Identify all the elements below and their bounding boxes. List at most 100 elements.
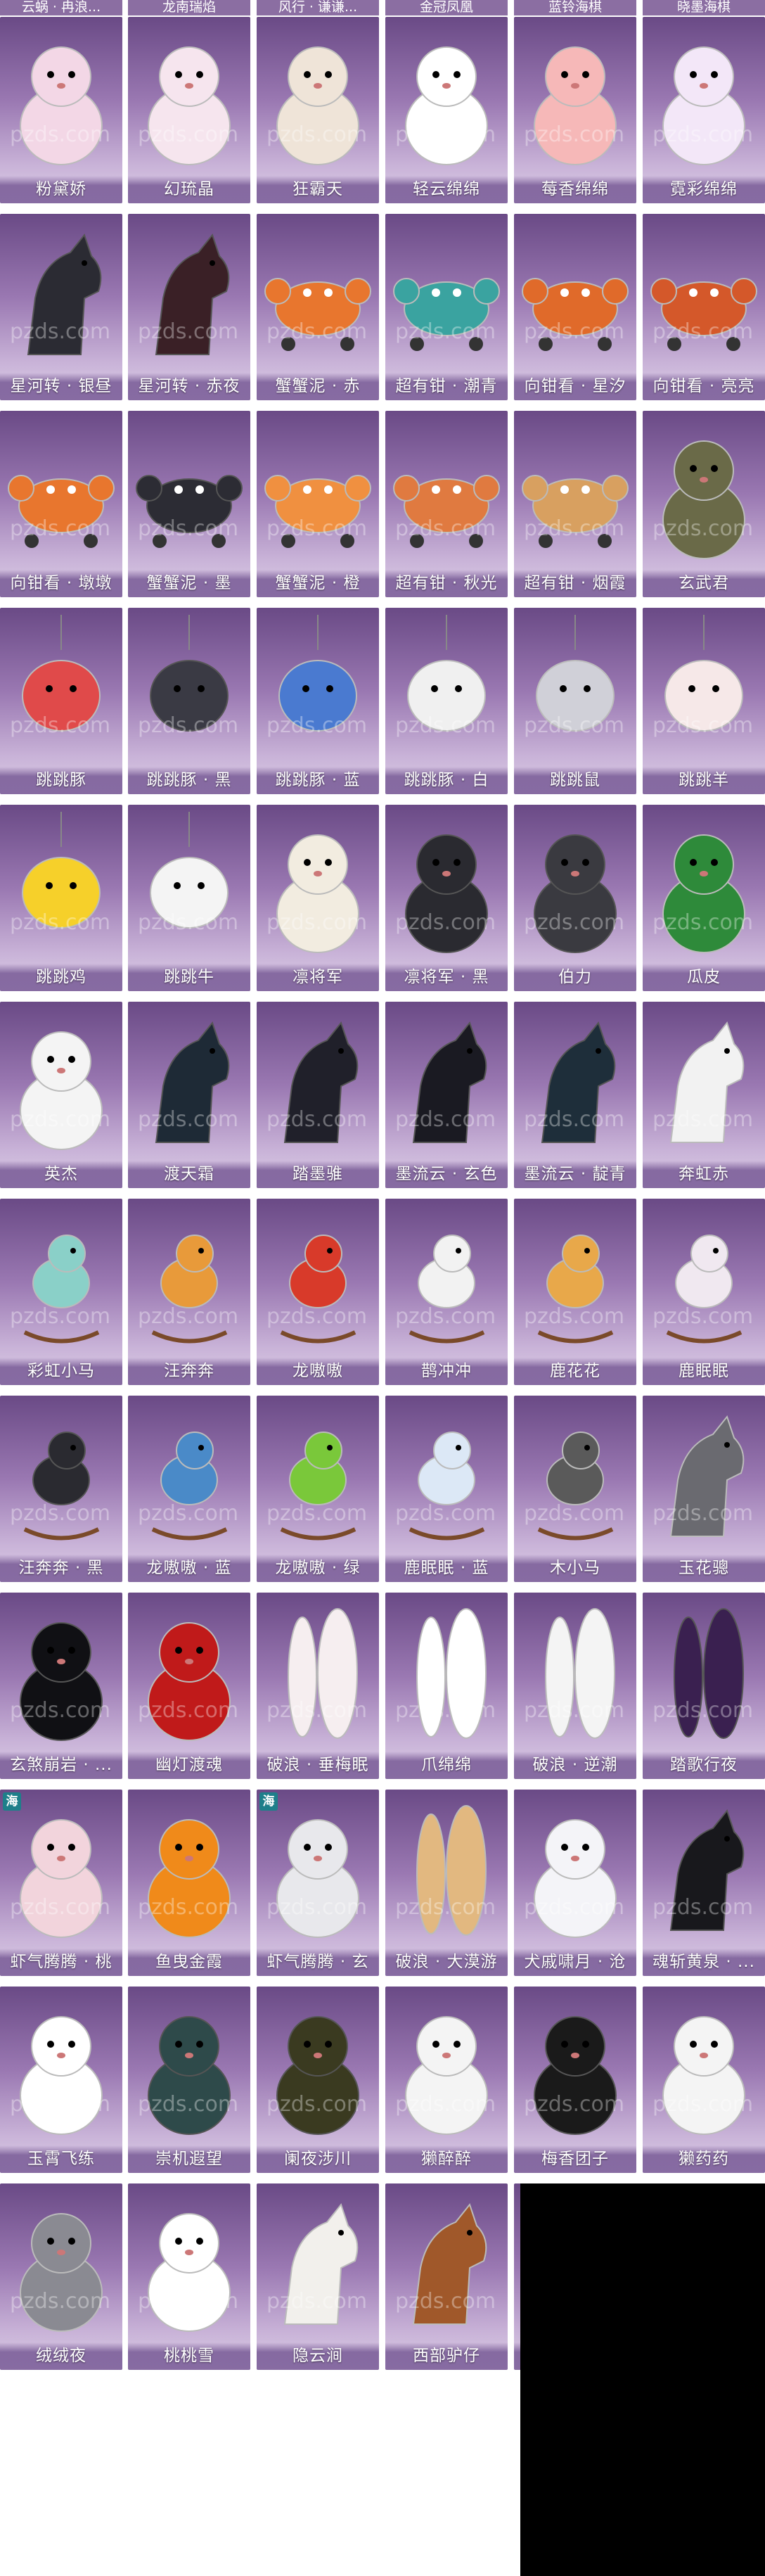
goose-black-icon (405, 834, 488, 953)
item-card[interactable]: pzds.com 梅香团子 (514, 1987, 636, 2173)
item-name: 跳跳豚 (0, 767, 122, 794)
item-card[interactable]: pzds.com 蟹蟹泥 · 橙 (257, 411, 379, 597)
item-card[interactable]: pzds.com 魂斩黄泉 · ... (643, 1790, 765, 1976)
item-card[interactable]: pzds.com 奔虹赤 (643, 1002, 765, 1188)
item-card[interactable]: pzds.com 鹊冲冲 (385, 1199, 508, 1385)
shrimp-rabbit-icon (276, 1819, 359, 1938)
item-card[interactable]: pzds.com玉霄飞练 (0, 1987, 122, 2173)
item-name: 破浪 · 垂梅眠 (257, 1752, 379, 1779)
dolphin-icon (407, 615, 486, 732)
horse-dark-icon (27, 233, 102, 355)
item-card[interactable]: pzds.com 鱼曳金霞 (128, 1790, 250, 1976)
item-card[interactable]: pzds.com 汪奔奔 · 黑 (0, 1396, 122, 1582)
item-card[interactable]: pzds.com 霓彩绵绵 (643, 17, 765, 203)
item-card[interactable]: pzds.com 破浪 · 垂梅眠 (257, 1593, 379, 1779)
item-card[interactable]: pzds.com 跳跳牛 (128, 805, 250, 991)
item-card[interactable]: pzds.com 超有钳 · 潮青 (385, 214, 508, 400)
item-card[interactable]: pzds.com 阑夜涉川 (257, 1987, 379, 2173)
rocking-magpie-icon (409, 1235, 485, 1344)
dolphin-icon (278, 615, 357, 732)
white-cat-icon (20, 2016, 103, 2135)
item-card[interactable]: pzds.com 蟹蟹泥 · 墨 (128, 411, 250, 597)
item-name: 向钳看 · 亮亮 (643, 373, 765, 400)
item-card[interactable]: pzds.com 跳跳豚 · 蓝 (257, 608, 379, 794)
item-card[interactable]: pzds.com 鹿眠眠 · 蓝 (385, 1396, 508, 1582)
item-card[interactable]: pzds.com 狂霸天 (257, 17, 379, 203)
item-card[interactable]: pzds.com 星河转 · 赤夜 (128, 214, 250, 400)
item-card[interactable]: pzds.com 龙嗷嗷 (257, 1199, 379, 1385)
item-card[interactable]: pzds.com 鹿眠眠 (643, 1199, 765, 1385)
rocking-dragon-icon (151, 1432, 228, 1541)
item-card[interactable]: pzds.com 玉花骢 (643, 1396, 765, 1582)
horse-dark-icon (155, 1021, 230, 1143)
item-name: 鹿花花 (514, 1358, 636, 1385)
item-card[interactable]: pzds.com 龙嗷嗷 · 蓝 (128, 1396, 250, 1582)
crab-cart-icon (393, 278, 500, 351)
item-card[interactable]: pzds.com 轻云绵绵 (385, 17, 508, 203)
item-card[interactable]: pzds.com 跳跳鼠 (514, 608, 636, 794)
item-card[interactable]: pzds.com 龙嗷嗷 · 绿 (257, 1396, 379, 1582)
item-card[interactable]: pzds.com 瓜皮 (643, 805, 765, 991)
item-card[interactable]: pzds.com 跳跳豚 · 白 (385, 608, 508, 794)
item-card[interactable]: pzds.com 跳跳鸡 (0, 805, 122, 991)
item-card[interactable]: pzds.com 幻琉晶 (128, 17, 250, 203)
item-card[interactable]: pzds.com 向钳看 · 亮亮 (643, 214, 765, 400)
item-card[interactable]: pzds.com 粉黛娇 (0, 17, 122, 203)
item-card[interactable]: pzds.com 木小马 (514, 1396, 636, 1582)
item-card[interactable]: pzds.com 汪奔奔 (128, 1199, 250, 1385)
item-name: 西部驴仔 (385, 2342, 508, 2370)
item-card[interactable]: pzds.com 跳跳豚 · 黑 (128, 608, 250, 794)
item-name: 破浪 · 逆潮 (514, 1752, 636, 1779)
item-card[interactable]: pzds.com 犬戚啸月 · 沧 (514, 1790, 636, 1976)
item-name: 梅香团子 (514, 2145, 636, 2173)
item-card[interactable]: pzds.com 墨流云 · 玄色 (385, 1002, 508, 1188)
item-card[interactable]: 海 pzds.com 虾气腾腾 · 玄 (257, 1790, 379, 1976)
goose-carriage-icon (276, 834, 359, 953)
item-card[interactable]: pzds.com 凛将军 (257, 805, 379, 991)
item-card[interactable]: pzds.com 獭醉醉 (385, 1987, 508, 2173)
item-card[interactable]: pzds.com 西部驴仔 (385, 2183, 508, 2370)
item-card[interactable]: pzds.com 桃桃雪 (128, 2183, 250, 2370)
crab-icon (650, 278, 757, 351)
item-card[interactable]: pzds.com 跳跳羊 (643, 608, 765, 794)
item-card[interactable]: pzds.com 跳跳豚 (0, 608, 122, 794)
item-card[interactable]: pzds.com 墨流云 · 靛青 (514, 1002, 636, 1188)
item-name: 伯力 (514, 964, 636, 991)
item-card[interactable]: pzds.com 渡天霜 (128, 1002, 250, 1188)
item-card[interactable]: pzds.com 破浪 · 逆潮 (514, 1593, 636, 1779)
chick-balloon-icon (22, 812, 101, 929)
item-card[interactable]: 海 pzds.com 虾气腾腾 · 桃 (0, 1790, 122, 1976)
item-card[interactable]: pzds.com 英杰 (0, 1002, 122, 1188)
item-card[interactable]: pzds.com 莓香绵绵 (514, 17, 636, 203)
item-name: 狂霸天 (257, 176, 379, 203)
crab-cart-icon (393, 475, 500, 548)
item-card[interactable]: pzds.com 踏墨骓 (257, 1002, 379, 1188)
item-card[interactable]: pzds.com 超有钳 · 烟霞 (514, 411, 636, 597)
crab-icon (136, 475, 243, 548)
item-card[interactable]: pzds.com 星河转 · 银昼 (0, 214, 122, 400)
item-card[interactable]: pzds.com 凛将军 · 黑 (385, 805, 508, 991)
item-name: 轻云绵绵 (385, 176, 508, 203)
item-card[interactable]: pzds.com 玄煞崩岩 · ... (0, 1593, 122, 1779)
item-card[interactable]: pzds.com 幽灯渡魂 (128, 1593, 250, 1779)
item-card[interactable]: pzds.com 绒绒夜 (0, 2183, 122, 2370)
item-card[interactable]: pzds.com 向钳看 · 墩墩 (0, 411, 122, 597)
grey-rabbit-icon (20, 2213, 103, 2332)
item-name: 獭醉醉 (385, 2145, 508, 2173)
item-card[interactable]: pzds.com 鹿花花 (514, 1199, 636, 1385)
item-card[interactable]: pzds.com 爪绵绵 (385, 1593, 508, 1779)
item-card[interactable]: pzds.com 超有钳 · 秋光 (385, 411, 508, 597)
item-card[interactable]: pzds.com 蟹蟹泥 · 赤 (257, 214, 379, 400)
item-card[interactable]: pzds.com 向钳看 · 星汐 (514, 214, 636, 400)
item-card[interactable]: pzds.com 隐云涧 (257, 2183, 379, 2370)
item-card[interactable]: pzds.com 崇机遐望 (128, 1987, 250, 2173)
rocking-dog-icon (151, 1235, 228, 1344)
item-card[interactable]: pzds.com 彩虹小马 (0, 1199, 122, 1385)
item-card[interactable]: pzds.com 獭药药 (643, 1987, 765, 2173)
item-card[interactable]: pzds.com 伯力 (514, 805, 636, 991)
item-card[interactable]: pzds.com 踏歌行夜 (643, 1593, 765, 1779)
item-card[interactable]: pzds.com 玄武君 (643, 411, 765, 597)
item-card[interactable]: pzds.com 破浪 · 大漠游 (385, 1790, 508, 1976)
horse-dark-icon (412, 1021, 487, 1143)
item-name: 玄武君 (643, 570, 765, 597)
